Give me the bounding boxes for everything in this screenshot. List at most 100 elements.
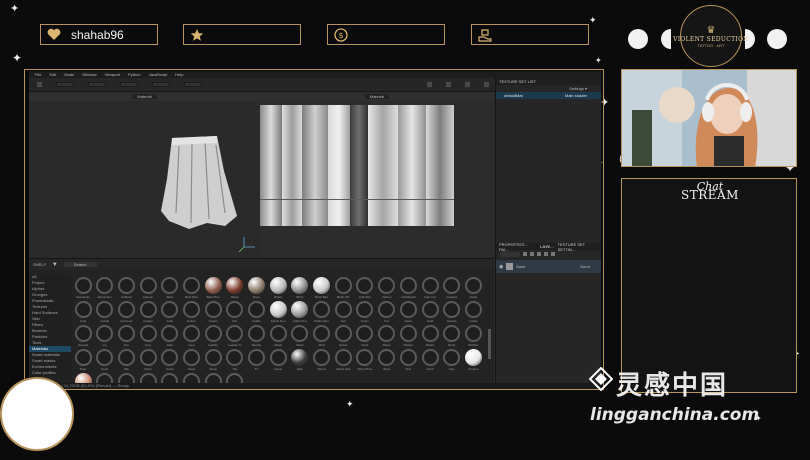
- material-thumbnail[interactable]: Marble: [247, 323, 267, 347]
- material-thumbnail[interactable]: Black: [225, 275, 245, 299]
- material-thumbnail[interactable]: Grass: [463, 299, 483, 323]
- material-thumbnail[interactable]: Foam: [355, 299, 375, 323]
- material-thumbnail[interactable]: Bone: [247, 275, 267, 299]
- visibility-eye-icon[interactable]: ◉: [499, 264, 503, 270]
- material-thumbnail[interactable]: Fabric Kni: [290, 299, 310, 323]
- material-thumbnail[interactable]: Coal: [73, 299, 93, 323]
- material-thumbnail[interactable]: Fur: [377, 299, 397, 323]
- material-thumbnail[interactable]: Gold: [420, 299, 440, 323]
- menu-item[interactable]: JavaScript: [149, 72, 168, 77]
- material-thumbnail[interactable]: Moss: [290, 323, 310, 347]
- folder-icon[interactable]: [544, 252, 548, 256]
- texture-set-row[interactable]: defaultMat Main shader: [496, 92, 601, 99]
- material-thumbnail[interactable]: Artificial: [116, 275, 136, 299]
- menu-item[interactable]: File: [35, 72, 41, 77]
- material-thumbnail[interactable]: Dirt: [225, 299, 245, 323]
- material-thumbnail[interactable]: Chain: [463, 275, 483, 299]
- menu-item[interactable]: Help: [175, 72, 183, 77]
- blend-mode-select[interactable]: [500, 251, 520, 257]
- viewport-2d-mode-select[interactable]: Material: [364, 94, 390, 99]
- material-thumbnail[interactable]: Tin: [247, 347, 267, 371]
- material-thumbnail[interactable]: Fabric Rou: [312, 299, 332, 323]
- material-thumbnail[interactable]: Zinc: [398, 347, 418, 371]
- material-thumbnail[interactable]: Ivory: [138, 323, 158, 347]
- viewport-2d-uv[interactable]: [260, 101, 494, 258]
- render-icon[interactable]: [446, 82, 451, 87]
- menu-item[interactable]: Viewport: [105, 72, 121, 77]
- material-thumbnail[interactable]: Granite: [442, 299, 462, 323]
- material-thumbnail[interactable]: Jade: [160, 323, 180, 347]
- material-thumbnail[interactable]: Aluminium: [95, 275, 115, 299]
- viewport-3d[interactable]: [29, 101, 260, 258]
- material-thumbnail[interactable]: Concrete: [116, 299, 136, 323]
- material-thumbnail[interactable]: Bark: [160, 275, 180, 299]
- material-thumbnail[interactable]: Brick Bas: [312, 275, 332, 299]
- trash-icon[interactable]: [551, 252, 555, 256]
- material-thumbnail[interactable]: Fabric Den: [268, 299, 288, 323]
- filter-icon[interactable]: ▼: [52, 262, 58, 268]
- material-thumbnail[interactable]: Wood Pine: [355, 347, 375, 371]
- material-thumbnail[interactable]: Plaster: [398, 323, 418, 347]
- material-thumbnail[interactable]: Leather Fi: [225, 323, 245, 347]
- material-thumbnail[interactable]: Glass: [398, 299, 418, 323]
- add-layer-icon[interactable]: [523, 252, 527, 256]
- menu-item[interactable]: Edit: [49, 72, 56, 77]
- add-effect-icon[interactable]: [537, 252, 541, 256]
- material-thumbnail[interactable]: Silver: [138, 347, 158, 371]
- material-thumbnail[interactable]: Ice: [95, 323, 115, 347]
- shelf-scrollbar[interactable]: [488, 329, 491, 359]
- material-thumbnail[interactable]: Leather: [203, 323, 223, 347]
- material-thumbnail[interactable]: Iron: [116, 323, 136, 347]
- settings-dropdown[interactable]: Settings ▾: [569, 86, 587, 91]
- material-thumbnail[interactable]: Cloth: [420, 347, 440, 371]
- shader-settings-icon[interactable]: [484, 82, 489, 87]
- material-thumbnail[interactable]: Clay: [442, 347, 462, 371]
- material-thumbnail[interactable]: Snow: [160, 347, 180, 371]
- menu-item[interactable]: Mode: [64, 72, 74, 77]
- material-thumbnail[interactable]: Rock: [442, 323, 462, 347]
- material-thumbnail[interactable]: Calf Skin: [355, 275, 375, 299]
- material-thumbnail[interactable]: Rubber: [463, 323, 483, 347]
- material-thumbnail[interactable]: Brick: [290, 275, 310, 299]
- material-thumbnail[interactable]: Mud: [312, 323, 332, 347]
- material-thumbnail[interactable]: Cork: [160, 299, 180, 323]
- material-thumbnail[interactable]: Cardboard: [398, 275, 418, 299]
- material-thumbnail[interactable]: Felt: [333, 299, 353, 323]
- material-thumbnail[interactable]: Ceramic: [442, 275, 462, 299]
- menu-item[interactable]: Python: [128, 72, 140, 77]
- spacing-field[interactable]: [152, 82, 170, 87]
- angle-field[interactable]: [184, 82, 202, 87]
- material-thumbnail[interactable]: Chrome: [463, 347, 483, 371]
- tab-layers[interactable]: LAYE...: [540, 244, 553, 249]
- brush-tool-icon[interactable]: [37, 82, 42, 87]
- material-thumbnail[interactable]: Cobalt: [95, 299, 115, 323]
- material-thumbnail[interactable]: Brass: [268, 275, 288, 299]
- material-thumbnail[interactable]: Aluminium: [73, 275, 93, 299]
- material-thumbnail[interactable]: Autumn: [138, 275, 158, 299]
- viewport-3d-mode-select[interactable]: Material: [132, 94, 157, 99]
- tab-properties[interactable]: PROPERTIES - PAI...: [499, 242, 536, 252]
- material-thumbnail[interactable]: Tile: [225, 347, 245, 371]
- material-thumbnail[interactable]: Bark Pine: [203, 275, 223, 299]
- material-thumbnail[interactable]: Copper: [138, 299, 158, 323]
- material-thumbnail[interactable]: Cotton: [181, 299, 201, 323]
- material-thumbnail[interactable]: Steel: [181, 347, 201, 371]
- camera-icon[interactable]: [427, 82, 432, 87]
- tab-texture-set-settings[interactable]: TEXTURE SET SETTIN...: [558, 242, 601, 252]
- shelf-category-item[interactable]: Color profiles: [29, 370, 71, 376]
- material-thumbnail[interactable]: Sand: [95, 347, 115, 371]
- material-thumbnail[interactable]: Wood Oak: [333, 347, 353, 371]
- layer-row[interactable]: ◉ Base Norm: [496, 260, 601, 273]
- material-thumbnail[interactable]: Metal: [268, 323, 288, 347]
- material-thumbnail[interactable]: Silk: [116, 347, 136, 371]
- display-settings-icon[interactable]: [465, 82, 470, 87]
- material-thumbnail[interactable]: Paper: [377, 323, 397, 347]
- material-thumbnail[interactable]: Ground: [73, 323, 93, 347]
- material-thumbnail[interactable]: Paint: [355, 323, 375, 347]
- material-thumbnail[interactable]: Plastic: [420, 323, 440, 347]
- material-thumbnail[interactable]: Nickel: [333, 323, 353, 347]
- size-field[interactable]: [56, 82, 74, 87]
- menu-item[interactable]: Window: [82, 72, 96, 77]
- add-mask-icon[interactable]: [530, 252, 534, 256]
- material-thumbnail[interactable]: Bark Mos: [181, 275, 201, 299]
